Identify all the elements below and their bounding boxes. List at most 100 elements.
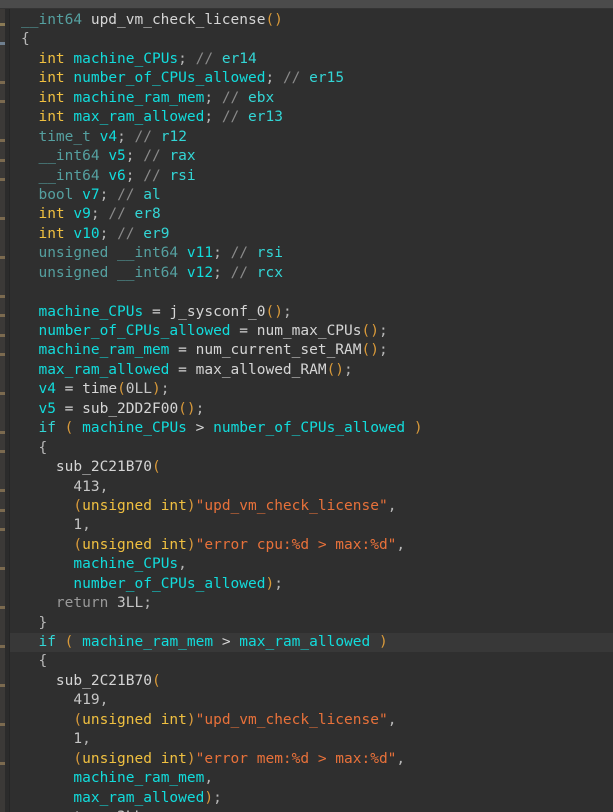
code-line[interactable]: 1,	[10, 730, 613, 749]
function-name-token[interactable]: j_sysconf_0	[169, 304, 265, 320]
variable-token[interactable]: v12	[187, 265, 213, 281]
code-line[interactable]: (unsigned int)"error cpu:%d > max:%d",	[10, 536, 613, 555]
punctuation-token: ,	[387, 497, 397, 514]
code-line[interactable]: number_of_CPUs_allowed = num_max_CPUs();	[10, 322, 613, 341]
variable-token[interactable]: v4	[100, 129, 117, 145]
variable-token[interactable]: machine_ram_mem	[73, 90, 204, 106]
code-line[interactable]: (unsigned int)"error mem:%d > max:%d",	[10, 750, 613, 769]
function-name-token[interactable]: num_max_CPUs	[257, 323, 362, 339]
code-line[interactable]: sub_2C21B70(	[10, 672, 613, 691]
function-name-token[interactable]: time	[82, 381, 117, 397]
code-line[interactable]: v4 = time(0LL);	[10, 380, 613, 399]
code-line[interactable]: unsigned __int64 v12; // rcx	[10, 264, 613, 283]
type-name-token: time_t	[38, 128, 91, 145]
code-line[interactable]: if ( machine_ram_mem > max_ram_allowed )	[10, 633, 613, 653]
code-line[interactable]: return 3LL;	[10, 594, 613, 613]
function-name-token[interactable]: max_allowed_RAM	[196, 362, 327, 378]
code-line[interactable]: 419,	[10, 691, 613, 710]
punctuation-token	[231, 323, 240, 339]
code-line[interactable]: return 3LL;	[10, 808, 613, 812]
code-line[interactable]: }	[10, 614, 613, 633]
punctuation-token	[21, 129, 38, 145]
code-line[interactable]: machine_CPUs,	[10, 555, 613, 574]
variable-token[interactable]: v7	[82, 187, 99, 203]
code-line[interactable]: bool v7; // al	[10, 186, 613, 205]
punctuation-token	[178, 265, 187, 281]
variable-token[interactable]: v5	[38, 401, 55, 417]
variable-token[interactable]: machine_ram_mem	[73, 770, 204, 786]
variable-token[interactable]: max_ram_allowed	[239, 634, 370, 650]
variable-token[interactable]: max_ram_allowed	[73, 109, 204, 125]
punctuation-token	[100, 148, 109, 164]
code-line[interactable]: (unsigned int)"upd_vm_check_license",	[10, 497, 613, 516]
punctuation-token	[231, 634, 240, 650]
variable-token[interactable]: machine_CPUs	[73, 51, 178, 67]
function-name-token[interactable]: sub_2C21B70	[56, 459, 152, 475]
punctuation-token: ;	[125, 167, 144, 184]
punctuation-token	[169, 342, 178, 358]
code-line[interactable]: {	[10, 652, 613, 671]
navigation-overview-band[interactable]	[0, 9, 5, 812]
code-line[interactable]: int v9; // er8	[10, 205, 613, 224]
code-line[interactable]: sub_2C21B70(	[10, 458, 613, 477]
code-line[interactable]: max_ram_allowed);	[10, 789, 613, 808]
variable-token[interactable]: machine_CPUs	[38, 304, 143, 320]
code-line[interactable]: machine_CPUs = j_sysconf_0();	[10, 303, 613, 322]
variable-token[interactable]: number_of_CPUs_allowed	[213, 420, 405, 436]
function-name-token[interactable]: sub_2C21B70	[56, 673, 152, 689]
code-line[interactable]: int max_ram_allowed; // er13	[10, 108, 613, 127]
variable-token[interactable]: number_of_CPUs_allowed	[38, 323, 230, 339]
function-name-token[interactable]: sub_2DD2F00	[82, 401, 178, 417]
code-line[interactable]: __int64 upd_vm_check_license()	[10, 11, 613, 30]
variable-token[interactable]: number_of_CPUs_allowed	[73, 70, 265, 86]
punctuation-token: ,	[82, 517, 91, 534]
code-line[interactable]: max_ram_allowed = max_allowed_RAM();	[10, 361, 613, 380]
variable-token[interactable]: number_of_CPUs_allowed	[73, 576, 265, 592]
navigation-tick	[0, 256, 5, 259]
variable-token[interactable]: machine_ram_mem	[38, 342, 169, 358]
punctuation-token: ;	[265, 70, 283, 87]
variable-token[interactable]: max_ram_allowed	[38, 362, 169, 378]
punctuation-token: ;	[90, 206, 109, 223]
code-line[interactable]: if ( machine_CPUs > number_of_CPUs_allow…	[10, 419, 613, 438]
code-line[interactable]: int v10; // er9	[10, 225, 613, 244]
code-line[interactable]: __int64 v6; // rsi	[10, 167, 613, 186]
variable-token[interactable]: v10	[73, 226, 99, 242]
variable-token[interactable]: machine_ram_mem	[82, 634, 213, 650]
code-line[interactable]: unsigned __int64 v11; // rsi	[10, 244, 613, 263]
variable-token[interactable]: v9	[73, 206, 90, 222]
punctuation-token: {	[21, 653, 48, 670]
code-line[interactable]: machine_ram_mem,	[10, 769, 613, 788]
code-line[interactable]: (unsigned int)"upd_vm_check_license",	[10, 711, 613, 730]
code-line[interactable]: __int64 v5; // rax	[10, 147, 613, 166]
variable-token[interactable]: machine_CPUs	[82, 420, 187, 436]
code-line[interactable]: int machine_CPUs; // er14	[10, 50, 613, 69]
code-line[interactable]: int number_of_CPUs_allowed; // er15	[10, 69, 613, 88]
code-line[interactable]	[10, 283, 613, 302]
variable-token[interactable]: v6	[108, 168, 125, 184]
punctuation-token: ;	[204, 109, 222, 126]
type-name-token: __int64	[21, 12, 83, 28]
navigation-tick	[0, 489, 5, 492]
variable-token[interactable]: v4	[38, 381, 55, 397]
function-name-token[interactable]: num_current_set_RAM	[196, 342, 362, 358]
variable-token[interactable]: max_ram_allowed	[73, 790, 204, 806]
punctuation-token: ;	[143, 595, 152, 612]
code-line[interactable]: 1,	[10, 516, 613, 535]
variable-token[interactable]: machine_CPUs	[73, 556, 178, 572]
function-name-token[interactable]: upd_vm_check_license	[91, 12, 266, 28]
pseudocode-text-area[interactable]: __int64 upd_vm_check_license(){ int mach…	[10, 9, 613, 812]
variable-token[interactable]: v5	[108, 148, 125, 164]
code-line[interactable]: number_of_CPUs_allowed);	[10, 575, 613, 594]
code-line[interactable]: {	[10, 439, 613, 458]
variable-token[interactable]: v11	[187, 245, 213, 261]
code-line[interactable]: 413,	[10, 478, 613, 497]
code-line[interactable]: v5 = sub_2DD2F00();	[10, 400, 613, 419]
code-line[interactable]: time_t v4; // r12	[10, 128, 613, 147]
code-line[interactable]: {	[10, 30, 613, 49]
punctuation-token: ,	[204, 770, 214, 787]
paren-token: )	[186, 497, 196, 514]
code-line[interactable]: machine_ram_mem = num_current_set_RAM();	[10, 341, 613, 360]
code-line[interactable]: int machine_ram_mem; // ebx	[10, 89, 613, 108]
navigation-tick	[0, 295, 5, 298]
